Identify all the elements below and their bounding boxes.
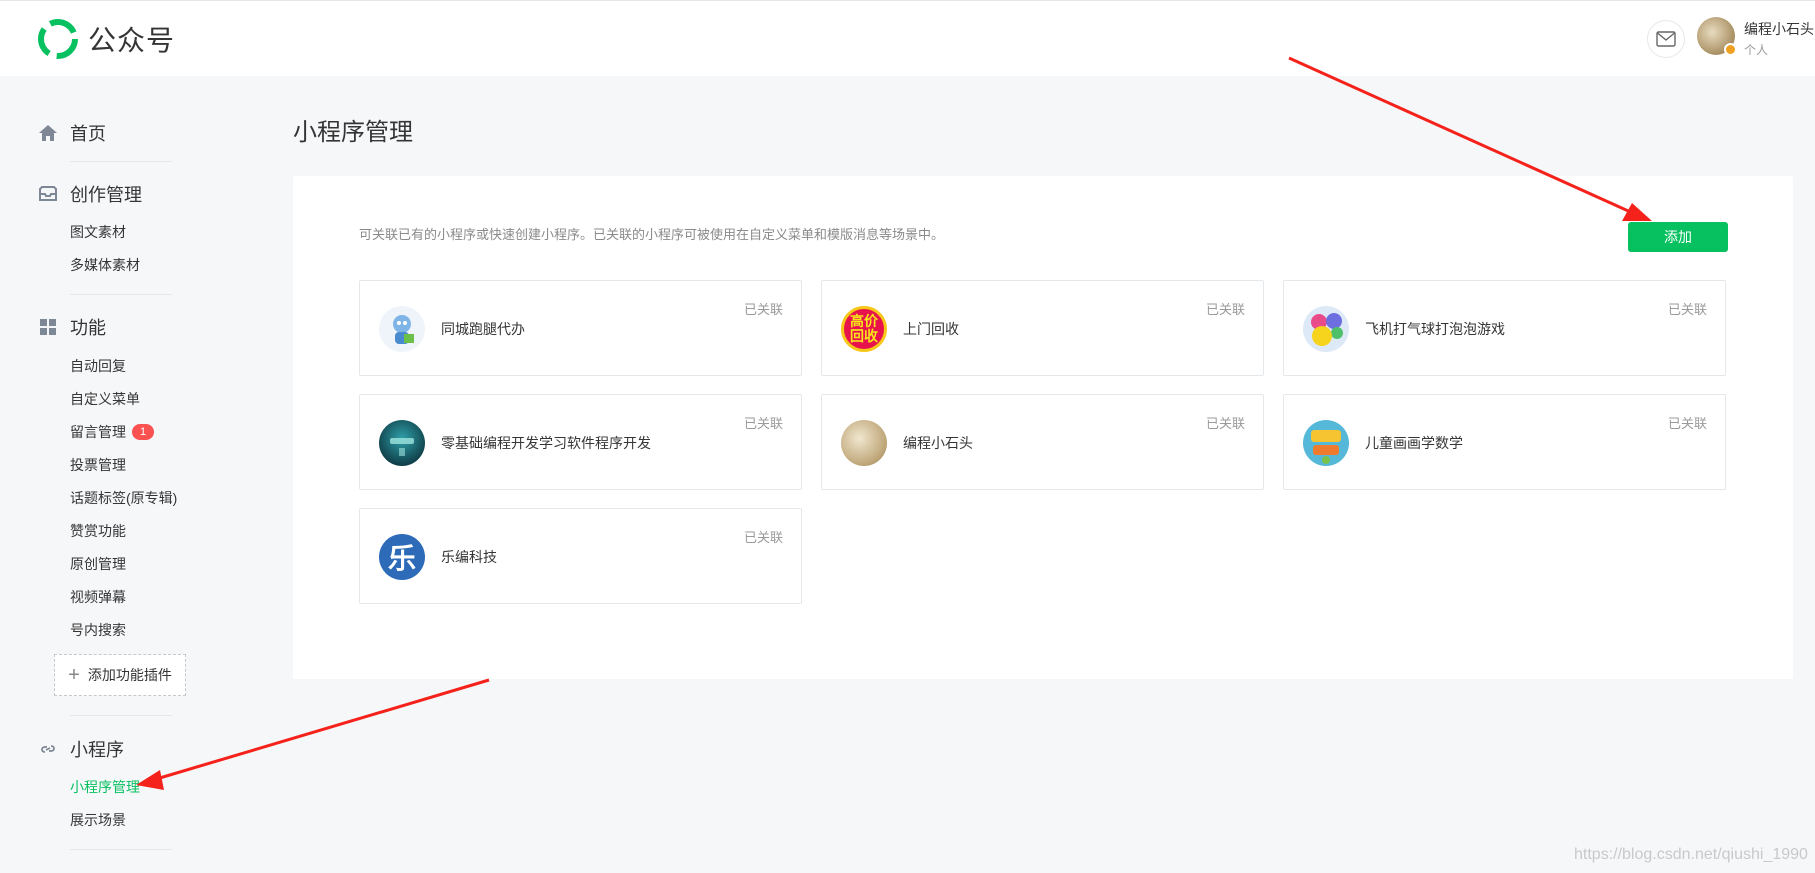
- grid-icon: [38, 317, 58, 337]
- home-label: 首页: [70, 120, 106, 146]
- sidebar-item-topic-tags[interactable]: 话题标签(原专辑): [70, 488, 177, 508]
- sidebar-group-creation: 创作管理: [38, 181, 142, 207]
- card-name: 儿童画画学数学: [1365, 433, 1463, 453]
- sidebar-item-video-danmaku[interactable]: 视频弹幕: [70, 587, 126, 607]
- recycle-badge-icon: 高价回收: [841, 306, 887, 352]
- miniprogram-card[interactable]: 编程小石头 已关联: [821, 394, 1264, 490]
- card-name: 上门回收: [903, 319, 959, 339]
- divider: [70, 294, 172, 295]
- card-status: 已关联: [1668, 299, 1707, 318]
- card-name: 同城跑腿代办: [441, 319, 525, 339]
- sidebar-item-miniprogram-management[interactable]: 小程序管理: [70, 777, 140, 797]
- card-status: 已关联: [1206, 299, 1245, 318]
- card-name: 飞机打气球打泡泡游戏: [1365, 319, 1505, 339]
- sidebar-item-display-scenes[interactable]: 展示场景: [70, 810, 126, 830]
- link-icon: [38, 739, 58, 759]
- programming-logo-icon: [379, 420, 425, 466]
- user-name[interactable]: 编程小石头: [1744, 19, 1814, 39]
- logo-text: 公众号: [88, 19, 175, 59]
- sidebar-group-features: 功能: [38, 314, 106, 340]
- home-icon: [38, 123, 58, 143]
- miniprogram-card[interactable]: 飞机打气球打泡泡游戏 已关联: [1283, 280, 1726, 376]
- card-status: 已关联: [744, 299, 783, 318]
- description-text: 可关联已有的小程序或快速创建小程序。已关联的小程序可被使用在自定义菜单和模版消息…: [359, 224, 944, 243]
- page-title: 小程序管理: [293, 112, 413, 147]
- card-status: 已关联: [1668, 413, 1707, 432]
- watermark: https://blog.csdn.net/qiushi_1990: [1574, 846, 1808, 864]
- recycle-badge-text: 高价回收: [849, 314, 879, 344]
- miniprogram-card[interactable]: 儿童画画学数学 已关联: [1283, 394, 1726, 490]
- miniprogram-card[interactable]: 乐 乐编科技 已关联: [359, 508, 802, 604]
- miniprogram-title: 小程序: [70, 736, 124, 762]
- verified-badge-icon: [1724, 43, 1737, 56]
- card-status: 已关联: [744, 413, 783, 432]
- miniprogram-panel: 可关联已有的小程序或快速创建小程序。已关联的小程序可被使用在自定义菜单和模版消息…: [293, 176, 1793, 679]
- card-status: 已关联: [1206, 413, 1245, 432]
- divider: [70, 161, 172, 162]
- inbox-icon: [38, 184, 58, 204]
- logo[interactable]: 公众号: [38, 19, 175, 59]
- miniprogram-card[interactable]: 高价回收 上门回收 已关联: [821, 280, 1264, 376]
- sidebar-item-articles[interactable]: 图文素材: [70, 222, 126, 242]
- miniprogram-card[interactable]: 零基础编程开发学习软件程序开发 已关联: [359, 394, 802, 490]
- le-logo-text: 乐: [388, 537, 416, 577]
- divider: [70, 849, 172, 850]
- plus-icon: +: [68, 665, 80, 685]
- kids-drawing-icon: [1303, 420, 1349, 466]
- miniprogram-card[interactable]: 同城跑腿代办 已关联: [359, 280, 802, 376]
- runner-mascot-icon: [379, 306, 425, 352]
- sidebar-item-media[interactable]: 多媒体素材: [70, 255, 140, 275]
- sidebar: 首页 创作管理 图文素材 多媒体素材 功能 自动回复 自定义菜单 留言管理 1 …: [0, 76, 250, 873]
- sidebar-item-search[interactable]: 号内搜索: [70, 620, 126, 640]
- card-status: 已关联: [744, 527, 783, 546]
- sidebar-group-miniprogram: 小程序: [38, 736, 124, 762]
- sidebar-item-auto-reply[interactable]: 自动回复: [70, 356, 126, 376]
- sidebar-item-reward[interactable]: 赞赏功能: [70, 521, 126, 541]
- add-plugin-label: 添加功能插件: [88, 665, 172, 685]
- card-name: 乐编科技: [441, 547, 497, 567]
- wechat-official-logo-icon: [38, 19, 78, 59]
- card-name: 零基础编程开发学习软件程序开发: [441, 433, 651, 453]
- add-button[interactable]: 添加: [1628, 222, 1728, 252]
- mail-button[interactable]: [1647, 20, 1685, 58]
- comments-badge: 1: [132, 424, 154, 440]
- sidebar-item-custom-menu[interactable]: 自定义菜单: [70, 389, 140, 409]
- sidebar-item-comments[interactable]: 留言管理 1: [70, 422, 154, 442]
- sidebar-item-original[interactable]: 原创管理: [70, 554, 126, 574]
- le-logo-icon: 乐: [379, 534, 425, 580]
- mail-icon: [1656, 31, 1676, 47]
- comments-label: 留言管理: [70, 422, 126, 442]
- divider: [70, 715, 172, 716]
- balloons-icon: [1303, 306, 1349, 352]
- top-header: 公众号 编程小石头 个人: [0, 0, 1815, 76]
- card-name: 编程小石头: [903, 433, 973, 453]
- portrait-avatar-icon: [841, 420, 887, 466]
- sidebar-item-home[interactable]: 首页: [38, 120, 106, 146]
- creation-title: 创作管理: [70, 181, 142, 207]
- features-title: 功能: [70, 314, 106, 340]
- add-plugin-button[interactable]: + 添加功能插件: [54, 654, 186, 696]
- user-type: 个人: [1744, 41, 1768, 58]
- sidebar-item-voting[interactable]: 投票管理: [70, 455, 126, 475]
